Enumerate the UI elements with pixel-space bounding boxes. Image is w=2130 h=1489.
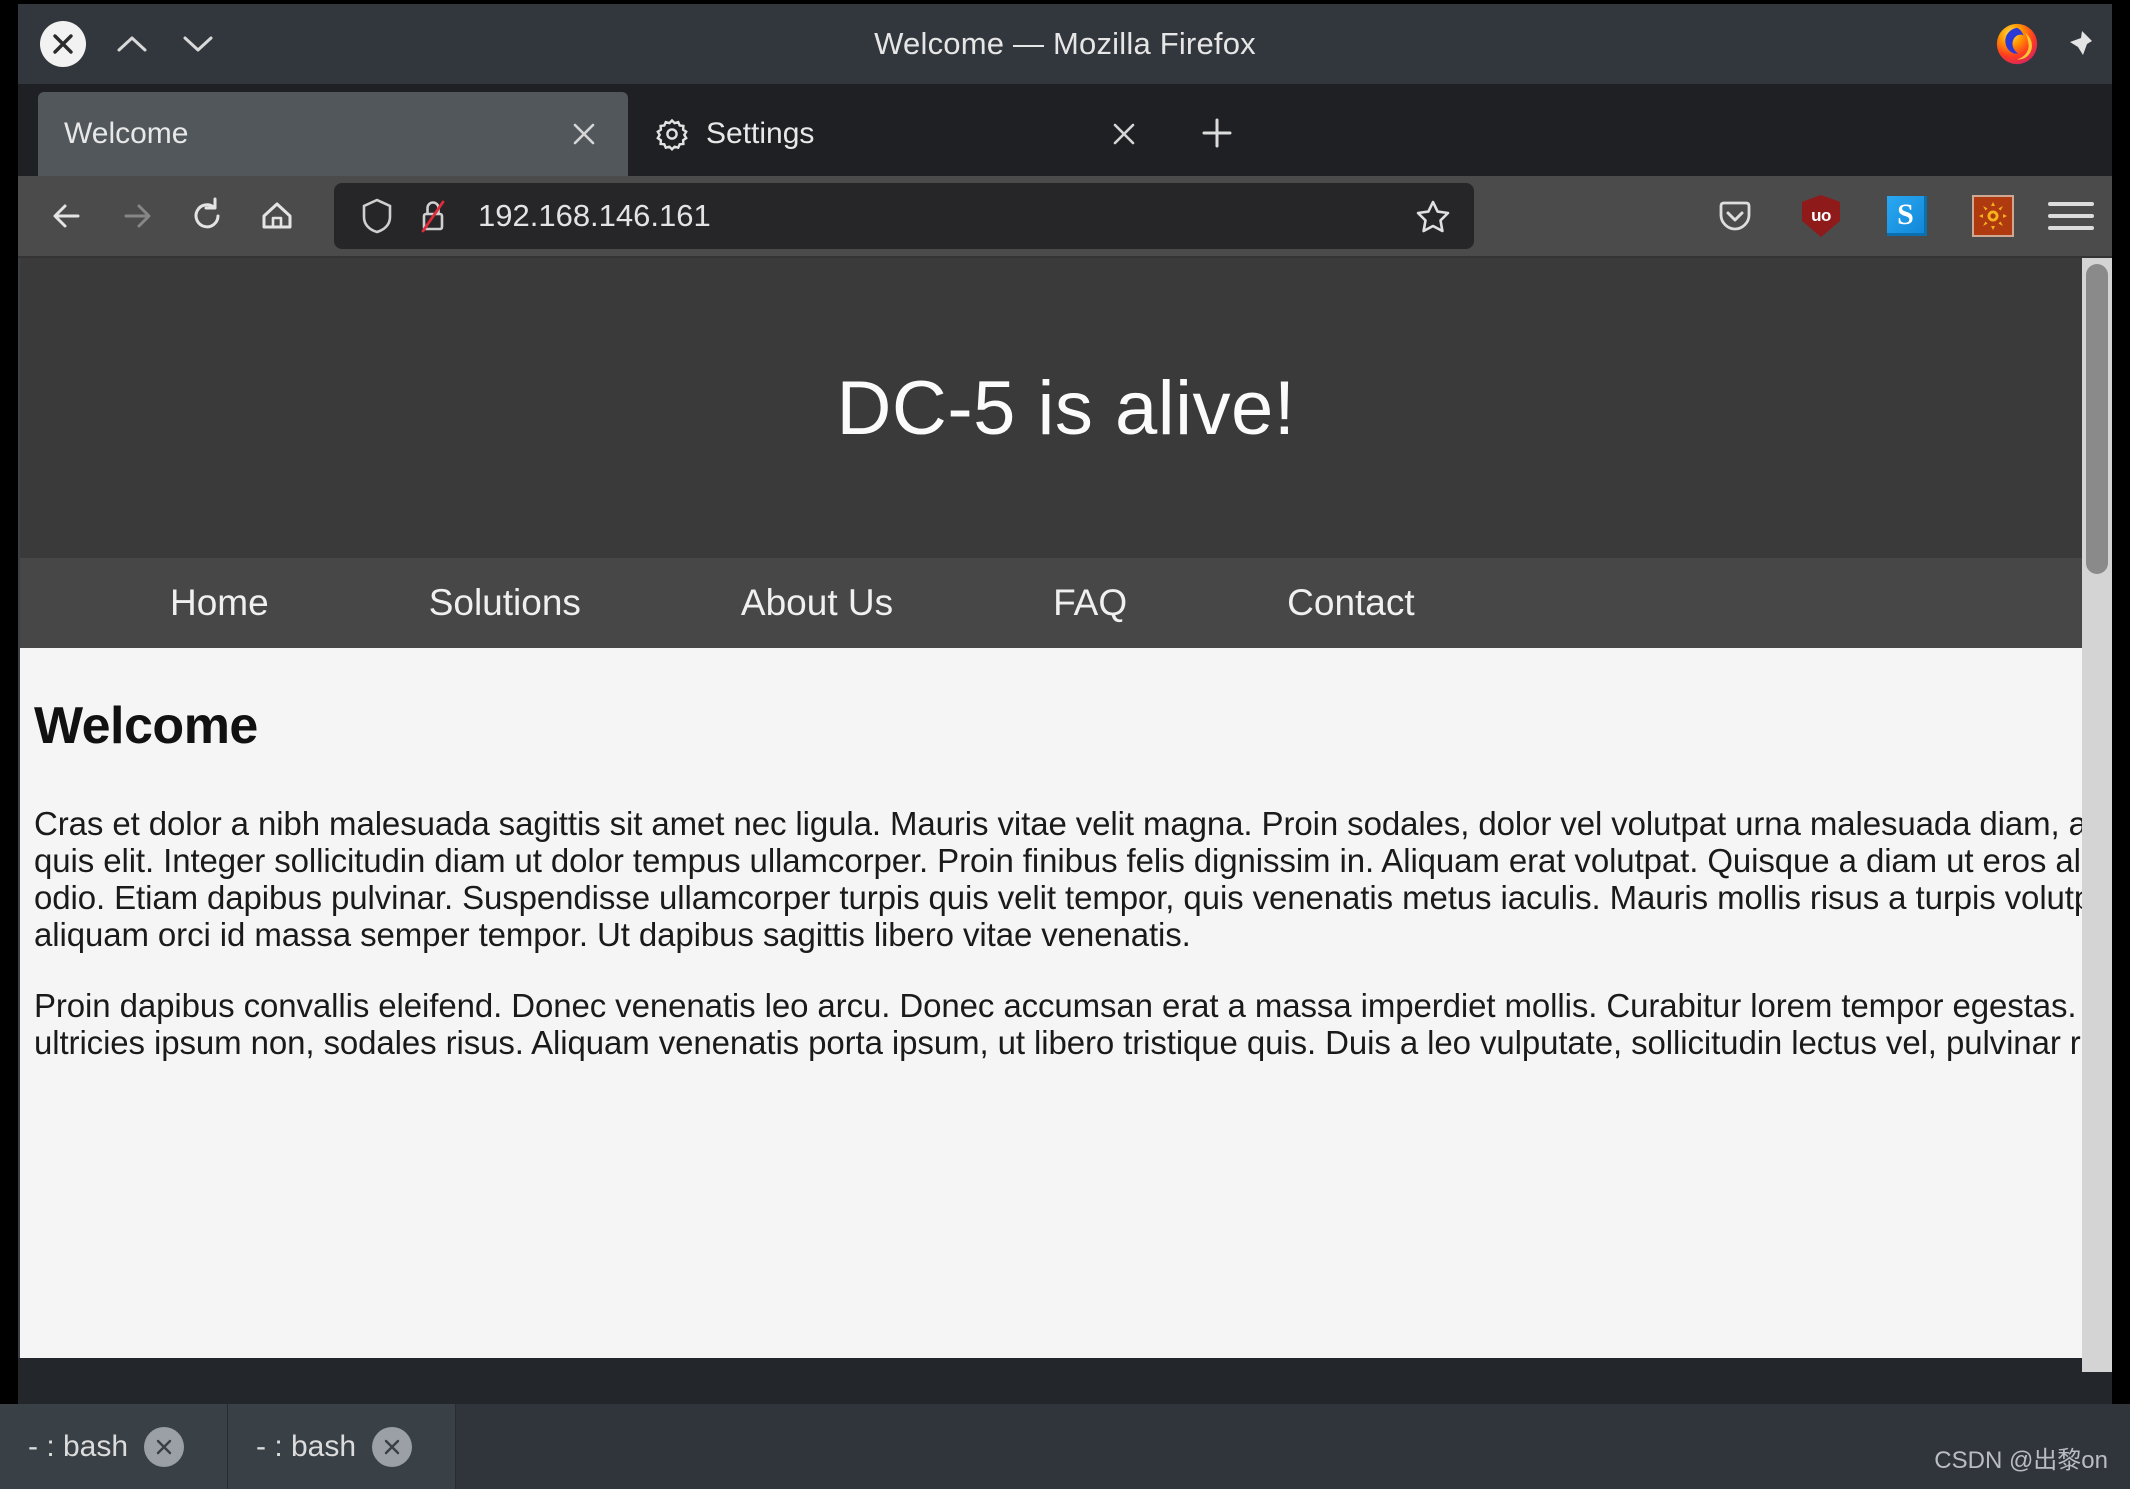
chevron-down-icon xyxy=(180,31,216,57)
new-tab-button[interactable] xyxy=(1186,102,1248,164)
screen: Welcome — Mozilla Firefox xyxy=(0,0,2130,1489)
arrow-left-icon xyxy=(44,193,90,239)
ublock-badge-label: uo xyxy=(1802,195,1840,237)
close-icon xyxy=(570,120,598,148)
arrow-right-icon xyxy=(114,193,160,239)
hamburger-menu-icon[interactable] xyxy=(2048,193,2094,239)
body-paragraph: Cras et dolor a nibh malesuada sagittis … xyxy=(34,806,2112,954)
tab-close-button[interactable] xyxy=(562,112,606,156)
gear-icon xyxy=(654,116,690,152)
gear-extension-glyph xyxy=(1972,195,2014,237)
firefox-window: Welcome — Mozilla Firefox xyxy=(18,4,2112,1404)
taskbar-item-label: - : bash xyxy=(28,1430,128,1464)
pin-icon[interactable] xyxy=(2062,27,2096,61)
window-titlebar: Welcome — Mozilla Firefox xyxy=(18,4,2112,84)
shield-icon[interactable] xyxy=(356,195,398,237)
close-icon xyxy=(1110,120,1138,148)
tab-close-button[interactable] xyxy=(1102,112,1146,156)
window-minimize-button[interactable] xyxy=(178,24,218,64)
taskbar-item-close-button[interactable] xyxy=(372,1427,412,1467)
close-icon xyxy=(380,1435,404,1459)
window-controls xyxy=(18,21,218,67)
site-header: DC-5 is alive! xyxy=(20,258,2112,558)
window-shade-button[interactable] xyxy=(112,24,152,64)
lock-crossed-insecure-icon[interactable] xyxy=(412,195,454,237)
hamburger-line xyxy=(2048,226,2094,230)
s-extension-icon[interactable]: S xyxy=(1884,193,1930,239)
vertical-scrollbar-thumb[interactable] xyxy=(2086,264,2108,574)
hamburger-line xyxy=(2048,214,2094,218)
nav-link-solutions[interactable]: Solutions xyxy=(429,582,581,624)
nav-link-contact[interactable]: Contact xyxy=(1287,582,1415,624)
extensions-area: uo S xyxy=(1712,193,2024,239)
pocket-icon[interactable] xyxy=(1712,193,1758,239)
url-input[interactable]: 192.168.146.161 xyxy=(478,198,1410,234)
taskbar-item-bash-1[interactable]: - : bash xyxy=(0,1404,228,1489)
tab-strip: Welcome Settings xyxy=(18,84,2112,176)
titlebar-right-controls xyxy=(1994,21,2096,67)
nav-link-faq[interactable]: FAQ xyxy=(1053,582,1127,624)
taskbar-upper-strip xyxy=(18,1358,2112,1404)
url-bar[interactable]: 192.168.146.161 xyxy=(334,183,1474,249)
taskbar-item-label: - : bash xyxy=(256,1430,356,1464)
back-button[interactable] xyxy=(36,185,98,247)
firefox-logo-icon xyxy=(1994,21,2040,67)
tab-label: Welcome xyxy=(64,117,548,151)
nav-link-home[interactable]: Home xyxy=(170,582,269,624)
tab-label: Settings xyxy=(706,117,1088,151)
vertical-scrollbar[interactable] xyxy=(2082,258,2112,1372)
desktop-taskbar: - : bash - : bash CSDN @出黎on xyxy=(0,1404,2130,1489)
window-close-button[interactable] xyxy=(40,21,86,67)
chevron-up-icon xyxy=(114,31,150,57)
site-navigation: Home Solutions About Us FAQ Contact xyxy=(20,558,2112,648)
bookmark-star-icon[interactable] xyxy=(1410,193,1456,239)
nav-link-about-us[interactable]: About Us xyxy=(741,582,893,624)
site-title: DC-5 is alive! xyxy=(837,365,1296,452)
s-extension-label: S xyxy=(1887,196,1927,236)
tab-settings[interactable]: Settings xyxy=(628,92,1168,176)
close-circle-icon xyxy=(48,29,78,59)
gear-extension-icon[interactable] xyxy=(1970,193,2016,239)
ublock-origin-icon[interactable]: uo xyxy=(1798,193,1844,239)
reload-button[interactable] xyxy=(176,185,238,247)
plus-icon xyxy=(1197,113,1237,153)
page-viewport: DC-5 is alive! Home Solutions About Us F… xyxy=(18,258,2112,1404)
browser-toolbar: 192.168.146.161 uo xyxy=(18,176,2112,258)
taskbar-empty-area[interactable] xyxy=(456,1404,2130,1489)
page-content: DC-5 is alive! Home Solutions About Us F… xyxy=(20,258,2112,1372)
window-title: Welcome — Mozilla Firefox xyxy=(18,26,2112,62)
page-heading: Welcome xyxy=(34,696,2112,756)
site-body: Welcome Cras et dolor a nibh malesuada s… xyxy=(20,648,2112,1372)
forward-button[interactable] xyxy=(106,185,168,247)
hamburger-line xyxy=(2048,202,2094,206)
tab-welcome[interactable]: Welcome xyxy=(38,92,628,176)
body-paragraph: Proin dapibus convallis eleifend. Donec … xyxy=(34,988,2112,1062)
home-button[interactable] xyxy=(246,185,308,247)
reload-icon xyxy=(184,193,230,239)
close-icon xyxy=(152,1435,176,1459)
home-icon xyxy=(254,193,300,239)
taskbar-item-bash-2[interactable]: - : bash xyxy=(228,1404,456,1489)
taskbar-item-close-button[interactable] xyxy=(144,1427,184,1467)
